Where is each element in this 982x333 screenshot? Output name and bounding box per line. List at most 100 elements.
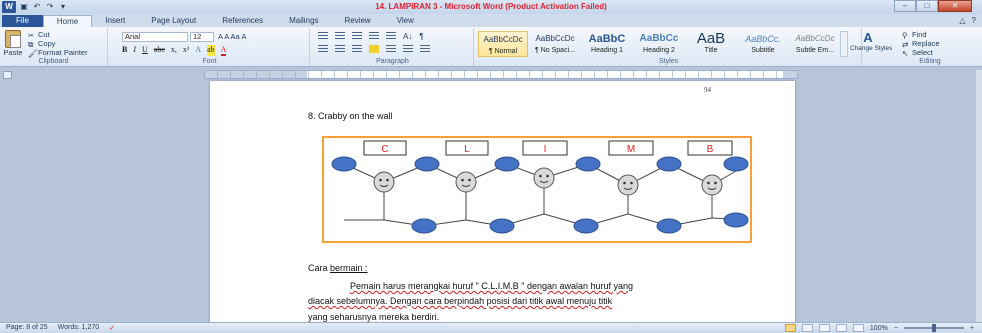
bold-button[interactable]: B	[122, 45, 127, 56]
paste-button[interactable]: Paste	[3, 30, 23, 57]
style-heading-2[interactable]: AaBbCc Heading 2	[634, 31, 684, 57]
style-subtitle[interactable]: AaBbCc. Subtitle	[738, 31, 788, 57]
change-case-button[interactable]: Aa	[231, 32, 240, 41]
change-styles-button[interactable]: A Change Styles	[850, 30, 892, 52]
text-effects-button[interactable]: A	[195, 45, 201, 56]
format-painter-label: Format Painter	[38, 48, 88, 58]
cara-underlined: bermain :	[330, 263, 368, 273]
node	[656, 156, 682, 172]
align-left-icon[interactable]	[318, 45, 328, 53]
increase-indent-icon[interactable]	[386, 32, 396, 40]
ruler-toggle-button[interactable]	[3, 71, 12, 79]
paragraph-group-label: Paragraph	[376, 58, 409, 65]
node	[575, 156, 601, 172]
outline-view-button[interactable]	[835, 324, 847, 332]
shading-icon[interactable]	[403, 45, 413, 53]
select-label: Select	[912, 48, 933, 58]
node	[656, 218, 682, 234]
zoom-slider[interactable]	[903, 324, 964, 332]
font-color-button[interactable]: A	[220, 45, 227, 56]
tab-references[interactable]: References	[209, 15, 276, 27]
strikethrough-button[interactable]: abc	[154, 45, 165, 56]
tab-review[interactable]: Review	[331, 15, 383, 27]
zoom-out-button[interactable]: −	[894, 325, 898, 332]
draft-view-button[interactable]	[852, 324, 864, 332]
style-subtle-emphasis[interactable]: AaBbCcDc Subtle Em...	[790, 31, 840, 57]
document-page[interactable]: 94 8. Crabby on the wall C L I M B Cara …	[210, 81, 795, 323]
crabby-diagram[interactable]: C L I M B	[322, 136, 752, 243]
clear-format-button[interactable]: A	[241, 32, 246, 41]
clipboard-group-label: Clipboard	[38, 58, 69, 65]
shrink-font-button[interactable]: A	[224, 32, 229, 41]
subscript-button[interactable]: x,	[171, 45, 177, 56]
style-sample: AaBbCcDc	[535, 34, 575, 43]
full-screen-reading-button[interactable]	[801, 324, 813, 332]
close-button[interactable]: ✕	[938, 0, 972, 12]
find-button[interactable]: ⚲ Find	[902, 30, 940, 40]
align-right-icon[interactable]	[352, 45, 362, 53]
zoom-slider-thumb[interactable]	[931, 324, 936, 332]
numbering-icon[interactable]	[335, 32, 345, 40]
show-marks-button[interactable]: ¶	[419, 32, 423, 41]
node	[411, 218, 437, 234]
minimize-ribbon-icon[interactable]: △	[959, 16, 965, 25]
tab-insert[interactable]: Insert	[92, 15, 138, 27]
borders-icon[interactable]	[420, 45, 430, 53]
web-layout-button[interactable]	[818, 324, 830, 332]
select-button[interactable]: ↖ Select	[902, 48, 940, 58]
copy-button[interactable]: ⧉ Copy	[28, 39, 88, 49]
style-name: ¶ No Spaci...	[535, 47, 575, 54]
sort-button[interactable]: A↓	[403, 32, 412, 41]
font-size-select[interactable]: 12	[190, 32, 214, 42]
line-spacing-icon[interactable]	[386, 45, 396, 53]
proofing-icon[interactable]: ✓	[109, 324, 115, 332]
italic-button[interactable]: I	[133, 45, 136, 56]
help-icon[interactable]: ?	[972, 16, 976, 25]
styles-gallery-scroll[interactable]	[840, 31, 848, 57]
style-title[interactable]: AaB Title	[686, 31, 736, 57]
brush-icon: 🖌	[28, 49, 38, 59]
tab-page-layout[interactable]: Page Layout	[138, 15, 209, 27]
grow-font-button[interactable]: A	[218, 32, 223, 41]
ruler-right-margin	[783, 71, 797, 78]
replace-button[interactable]: ⇄ Replace	[902, 39, 940, 49]
node	[414, 156, 440, 172]
zoom-in-button[interactable]: +	[970, 325, 974, 332]
style-name: Subtle Em...	[795, 47, 835, 54]
tab-mailings[interactable]: Mailings	[276, 15, 331, 27]
style-heading-1[interactable]: AaBbC Heading 1	[582, 31, 632, 57]
justify-icon[interactable]	[369, 45, 379, 53]
page-number: 94	[704, 86, 711, 94]
bullets-icon[interactable]	[318, 32, 328, 40]
ribbon: Paste ✂ Cut ⧉ Copy 🖌Format Painter Clipboa…	[0, 27, 982, 67]
print-layout-view-button[interactable]	[784, 324, 796, 332]
zoom-level[interactable]: 100%	[870, 325, 888, 332]
underline-button[interactable]: U	[142, 45, 148, 56]
superscript-button[interactable]: x²	[183, 45, 189, 56]
style-no-spacing[interactable]: AaBbCcDc ¶ No Spaci...	[530, 31, 580, 57]
style-sample: AaB	[696, 31, 726, 47]
font-name-select[interactable]: Arial	[122, 32, 188, 42]
tab-home[interactable]: Home	[42, 15, 93, 27]
horizontal-ruler[interactable]	[204, 70, 798, 79]
align-center-icon[interactable]	[335, 45, 345, 53]
style-normal[interactable]: AaBbCcDc ¶ Normal	[478, 31, 528, 57]
style-name: Heading 2	[643, 47, 675, 54]
tab-view[interactable]: View	[384, 15, 427, 27]
cut-button[interactable]: ✂ Cut	[28, 30, 88, 40]
styles-group-label: Styles	[658, 58, 679, 65]
cara-bermain-label: Cara bermain :	[308, 263, 368, 273]
tab-file[interactable]: File	[2, 15, 43, 27]
minimize-button[interactable]: –	[894, 0, 916, 12]
status-bar: Page: 8 of 25 Words: 1,270 ✓ 100% − +	[0, 322, 982, 333]
multilevel-list-icon[interactable]	[352, 32, 362, 40]
word-count-status[interactable]: Words: 1,270	[58, 324, 100, 332]
ribbon-tabs: File Home Insert Page Layout References …	[0, 14, 982, 27]
letter-b: B	[707, 144, 714, 155]
page-count-status[interactable]: Page: 8 of 25	[6, 324, 48, 332]
format-painter-button[interactable]: 🖌Format Painter	[28, 48, 88, 59]
decrease-indent-icon[interactable]	[369, 32, 379, 40]
vertical-scrollbar[interactable]	[976, 70, 982, 322]
maximize-button[interactable]: □	[916, 0, 938, 12]
highlight-button[interactable]: ab	[207, 45, 215, 56]
